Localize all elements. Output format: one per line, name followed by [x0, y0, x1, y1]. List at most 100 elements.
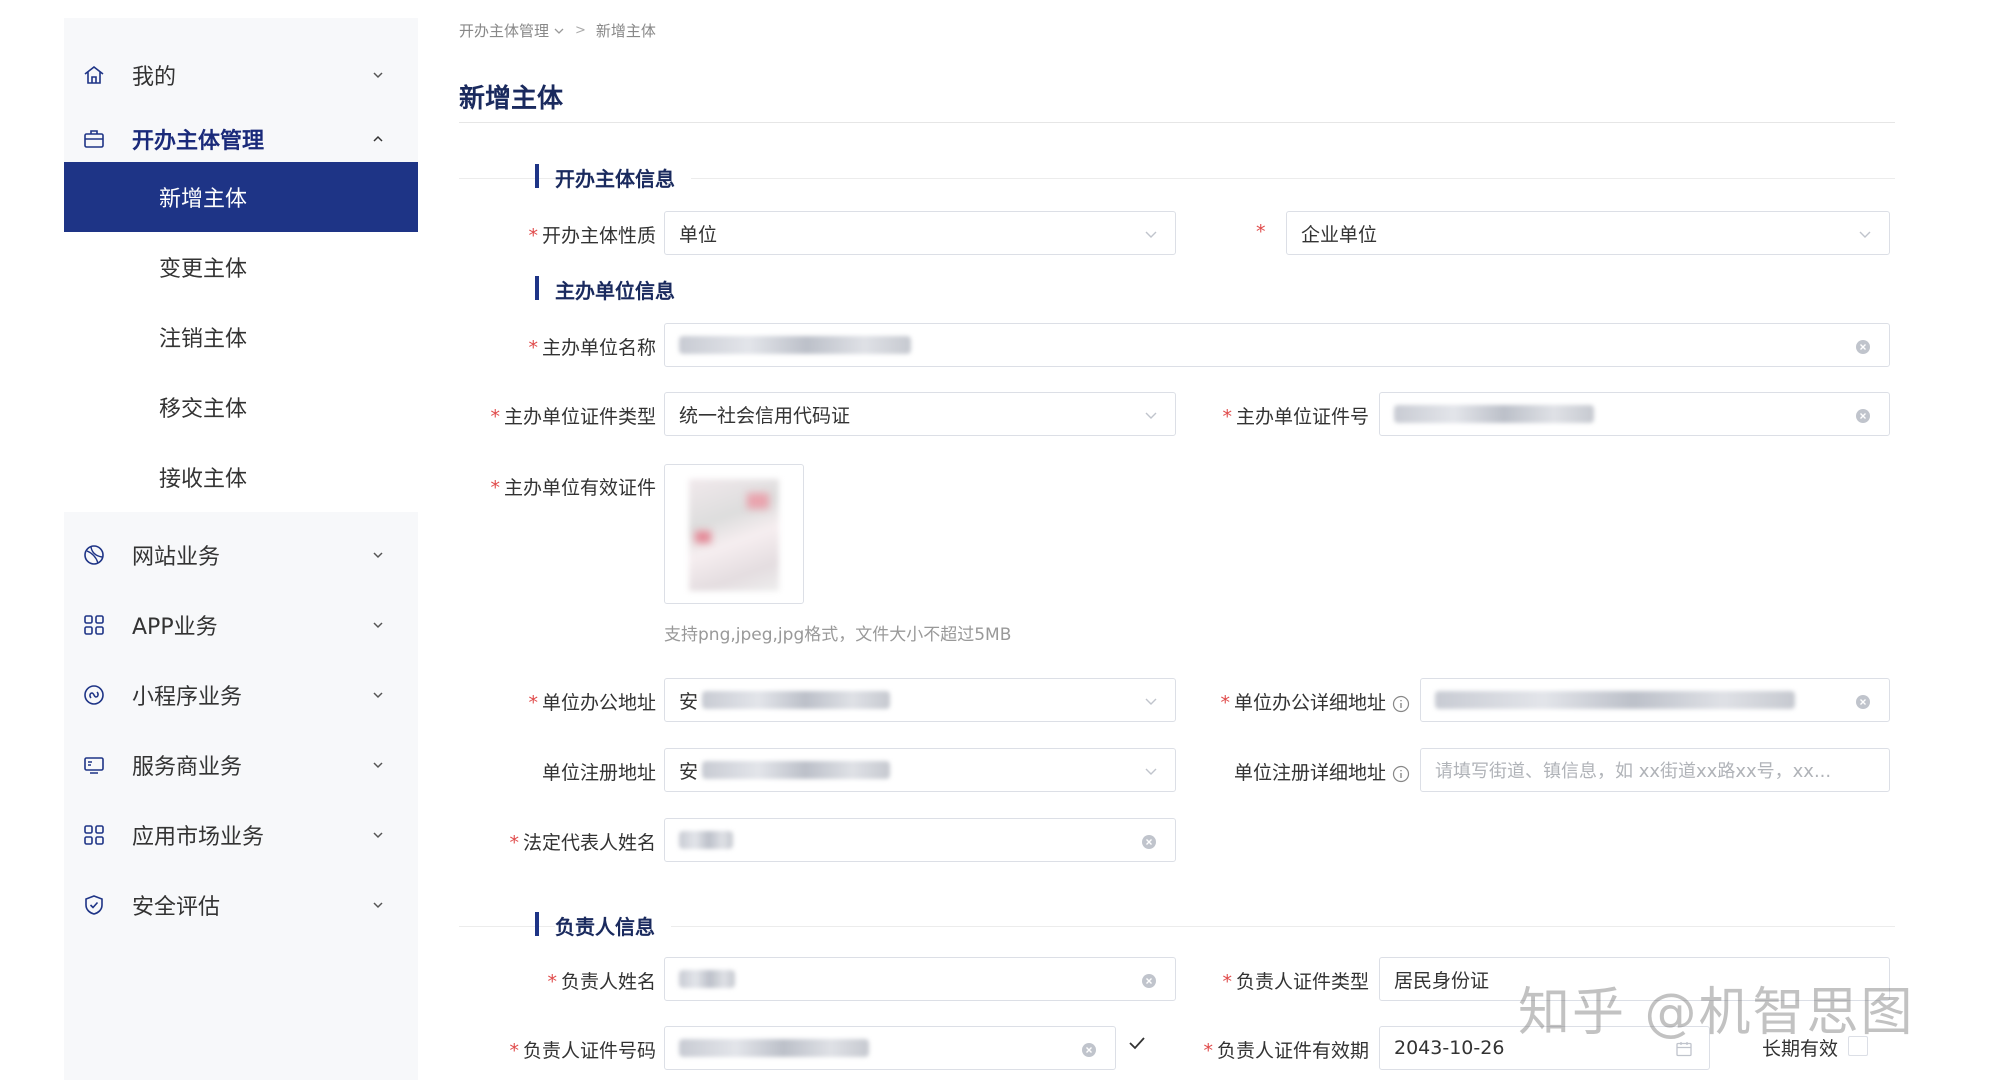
- sidebar-item-label: 网站业务: [132, 545, 221, 570]
- sidebar-item-label: APP业务: [132, 615, 218, 640]
- owner-cert-type-label: * 负责人证件类型: [1222, 967, 1369, 994]
- reg-detail-placeholder: 请填写街道、镇信息，如 xx街道xx路xx号，xx...: [1435, 761, 1832, 782]
- clear-icon[interactable]: [1855, 339, 1871, 355]
- cert-image-stamp: [695, 531, 711, 543]
- grid-icon: [84, 615, 104, 635]
- reg-detail-input[interactable]: 请填写街道、镇信息，如 xx街道xx路xx号，xx...: [1420, 748, 1890, 792]
- chevron-up-icon: [373, 135, 383, 142]
- sidebar-item-label: 我的: [132, 65, 177, 90]
- required-mark: *: [528, 692, 538, 714]
- cert-upload-thumbnail[interactable]: [664, 464, 804, 604]
- sidebar-item-website[interactable]: 网站业务: [64, 520, 418, 590]
- globe-icon: [84, 545, 104, 565]
- owner-cert-type-label-text: 负责人证件类型: [1235, 971, 1369, 993]
- cert-no-label-text: 主办单位证件号: [1235, 406, 1369, 428]
- required-mark: *: [528, 225, 538, 247]
- reg-addr-select[interactable]: 安: [664, 748, 1176, 792]
- owner-name-label-text: 负责人姓名: [560, 971, 656, 993]
- required-mark: *: [1222, 971, 1232, 993]
- nature-label-text: 开办主体性质: [541, 225, 656, 247]
- sponsor-name-input[interactable]: [664, 323, 1890, 367]
- owner-cert-no-label-text: 负责人证件号码: [522, 1040, 656, 1062]
- cert-type-label: * 主办单位证件类型: [490, 402, 656, 429]
- redacted-value: [702, 761, 891, 779]
- chevron-down-icon[interactable]: [553, 25, 565, 37]
- required-mark: *: [490, 406, 500, 428]
- clear-icon[interactable]: [1855, 694, 1871, 710]
- office-detail-input[interactable]: [1420, 678, 1890, 722]
- title-divider: [459, 122, 1895, 123]
- grid-icon: [84, 825, 104, 845]
- office-detail-label-text: 单位办公详细地址: [1233, 692, 1386, 714]
- chevron-down-icon: [1859, 231, 1871, 238]
- chevron-down-icon: [373, 902, 383, 909]
- chevron-down-icon: [373, 72, 383, 79]
- unit-type-label: *: [1256, 221, 1270, 243]
- legal-rep-input[interactable]: [664, 818, 1176, 862]
- sidebar-item-miniprogram[interactable]: 小程序业务: [64, 660, 418, 730]
- chevron-down-icon: [373, 692, 383, 699]
- office-addr-select[interactable]: 安: [664, 678, 1176, 722]
- reg-addr-label-text: 单位注册地址: [541, 762, 656, 784]
- reg-detail-label: 单位注册详细地址: [1234, 758, 1410, 785]
- sidebar-subitem-transfer[interactable]: 移交主体: [64, 372, 418, 442]
- breadcrumb-parent[interactable]: 开办主体管理: [459, 20, 549, 41]
- sidebar-item-security[interactable]: 安全评估: [64, 870, 418, 940]
- reg-addr-label: 单位注册地址: [542, 758, 656, 785]
- clear-icon[interactable]: [1081, 1042, 1097, 1058]
- breadcrumb: 开办主体管理 > 新增主体: [459, 20, 656, 41]
- section-entity-info: 开办主体信息: [459, 160, 1895, 194]
- office-detail-label: * 单位办公详细地址: [1220, 688, 1410, 715]
- sidebar-item-market[interactable]: 应用市场业务: [64, 800, 418, 870]
- sidebar-subitem-label: 移交主体: [159, 397, 248, 422]
- sidebar-subitem-label: 新增主体: [159, 187, 248, 212]
- owner-cert-no-input[interactable]: [664, 1026, 1116, 1070]
- sidebar-item-my[interactable]: 我的: [64, 40, 418, 110]
- sidebar: 我的 开办主体管理 新增主体 变更主体 注销主体 移交主体 接收主体 网站业务 …: [64, 18, 418, 1080]
- info-icon[interactable]: [1392, 765, 1410, 783]
- required-mark: *: [509, 832, 519, 854]
- legal-rep-label: * 法定代表人姓名: [509, 828, 656, 855]
- sidebar-item-label: 安全评估: [132, 895, 221, 920]
- sidebar-subitem-label: 注销主体: [159, 327, 248, 352]
- redacted-value: [1394, 405, 1594, 423]
- cert-type-value: 统一社会信用代码证: [679, 404, 851, 427]
- unit-type-value: 企业单位: [1301, 223, 1378, 246]
- sidebar-subitem-label: 接收主体: [159, 467, 248, 492]
- chevron-down-icon: [373, 762, 383, 769]
- unit-type-select[interactable]: 企业单位: [1286, 211, 1890, 255]
- clear-icon[interactable]: [1141, 973, 1157, 989]
- section-sponsor-info: 主办单位信息: [459, 272, 1895, 306]
- sidebar-subitem-receive[interactable]: 接收主体: [64, 442, 418, 512]
- chevron-down-icon: [1145, 698, 1157, 705]
- nature-value: 单位: [679, 223, 718, 246]
- sidebar-subitem-label: 变更主体: [159, 257, 248, 282]
- reg-detail-label-text: 单位注册详细地址: [1233, 762, 1386, 784]
- required-mark: *: [1256, 221, 1266, 243]
- redacted-value: [1435, 691, 1795, 709]
- nature-select[interactable]: 单位: [664, 211, 1176, 255]
- clear-icon[interactable]: [1855, 408, 1871, 424]
- clear-icon[interactable]: [1141, 834, 1157, 850]
- section-accent-bar: [535, 912, 539, 936]
- redacted-value: [702, 691, 891, 709]
- sidebar-item-app[interactable]: APP业务: [64, 590, 418, 660]
- owner-name-input[interactable]: [664, 957, 1176, 1001]
- info-icon[interactable]: [1392, 695, 1410, 713]
- owner-cert-type-value: 居民身份证: [1394, 969, 1490, 992]
- sidebar-subitem-change[interactable]: 变更主体: [64, 232, 418, 302]
- owner-validity-value: 2043-10-26: [1394, 1037, 1505, 1059]
- cert-no-input[interactable]: [1379, 392, 1890, 436]
- section-title: 负责人信息: [555, 911, 671, 940]
- required-mark: *: [1220, 692, 1230, 714]
- sidebar-subitem-cancel[interactable]: 注销主体: [64, 302, 418, 372]
- reg-addr-prefix: 安: [679, 760, 699, 783]
- watermark: 知乎 @机智思图: [1518, 983, 1915, 1043]
- monitor-icon: [84, 757, 104, 774]
- cert-type-select[interactable]: 统一社会信用代码证: [664, 392, 1176, 436]
- sidebar-item-label: 服务商业务: [132, 755, 243, 780]
- sidebar-item-provider[interactable]: 服务商业务: [64, 730, 418, 800]
- cert-no-label: * 主办单位证件号: [1222, 402, 1369, 429]
- sidebar-subitem-add[interactable]: 新增主体: [64, 162, 418, 232]
- required-mark: *: [490, 477, 500, 499]
